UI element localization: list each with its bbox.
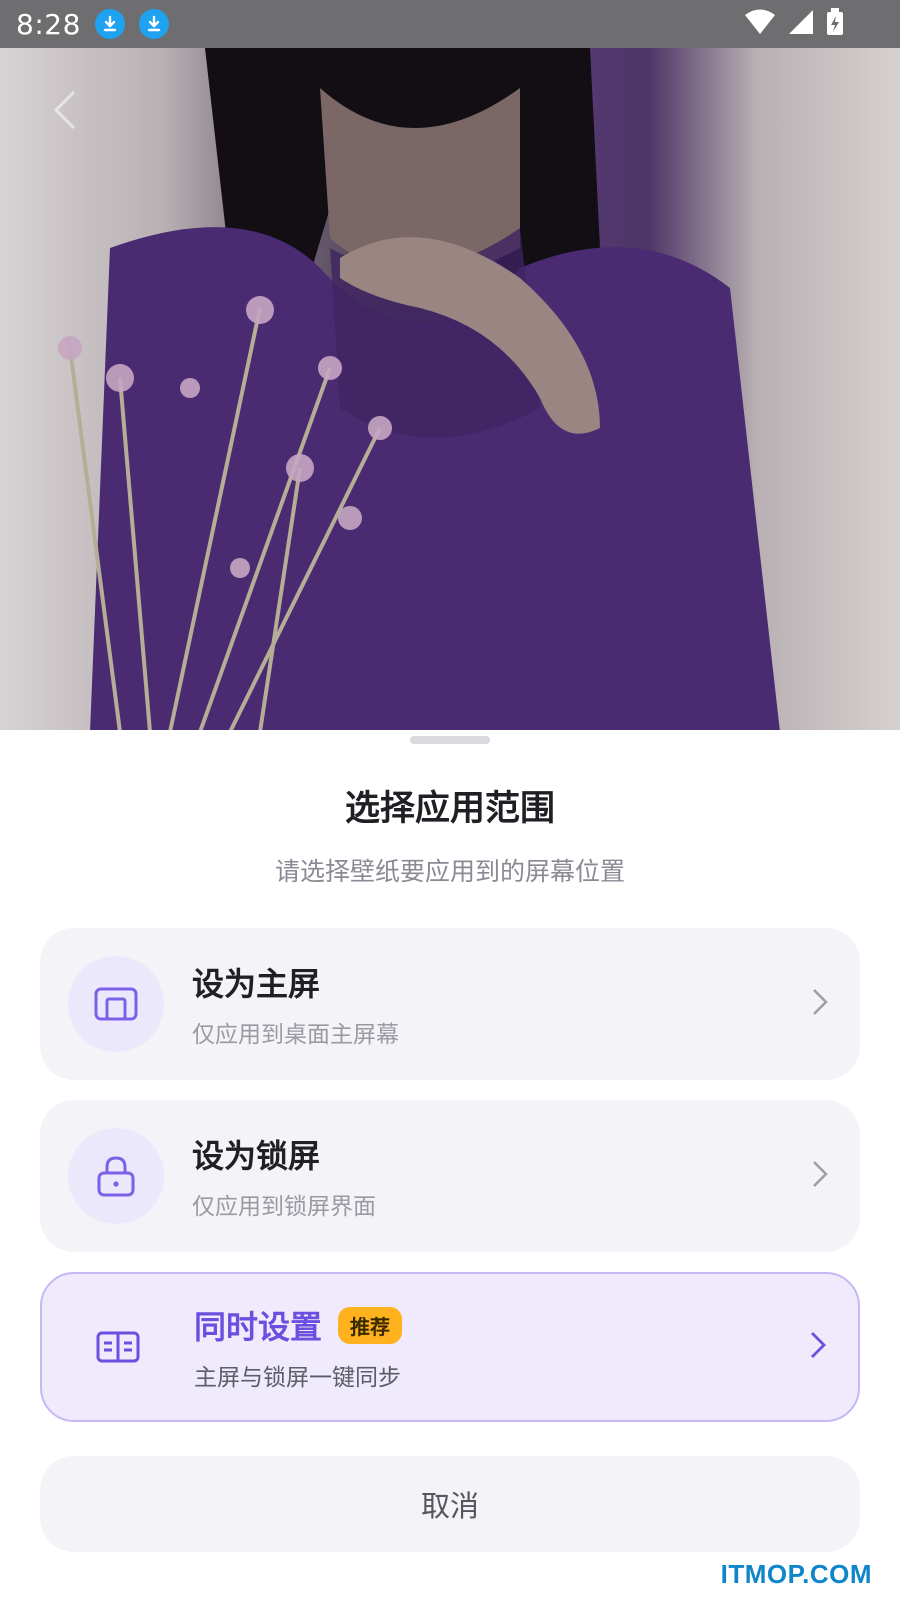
back-button[interactable]: [50, 88, 78, 136]
wallpaper-image: [58, 48, 780, 732]
set-home-screen-option[interactable]: 设为主屏 仅应用到桌面主屏幕: [40, 928, 860, 1080]
watermark: ITMOP.COM: [720, 1559, 872, 1589]
dual-screen-icon: [70, 1299, 166, 1395]
option-title: 设为锁屏: [192, 1137, 321, 1175]
status-time: 8:28: [16, 7, 81, 41]
recommended-badge: 推荐: [338, 1306, 403, 1344]
battery-charging-icon: [826, 8, 844, 40]
option-title-row: 同时设置 推荐: [194, 1302, 403, 1348]
wallpaper-preview: [0, 48, 900, 732]
chevron-right-icon: [808, 1330, 828, 1364]
option-title: 同时设置: [194, 1308, 323, 1346]
wifi-icon: [744, 9, 776, 39]
option-description: 仅应用到桌面主屏幕: [192, 1022, 399, 1048]
option-title: 设为主屏: [192, 965, 321, 1003]
set-both-screens-option[interactable]: 同时设置 推荐 主屏与锁屏一键同步: [40, 1272, 860, 1422]
cancel-button[interactable]: 取消: [40, 1456, 860, 1552]
sheet-subtitle: 请选择壁纸要应用到的屏幕位置: [274, 857, 625, 886]
home-screen-icon: [68, 956, 164, 1052]
signal-icon: [788, 9, 814, 39]
chevron-right-icon: [810, 1159, 830, 1193]
lock-icon: [68, 1128, 164, 1224]
set-lock-screen-option[interactable]: 设为锁屏 仅应用到锁屏界面: [40, 1100, 860, 1252]
download-icon: [138, 9, 169, 39]
apply-scope-sheet: 选择应用范围 请选择壁纸要应用到的屏幕位置 设为主屏 仅应用到桌面主屏幕 设为锁…: [0, 730, 900, 1600]
option-description: 主屏与锁屏一键同步: [194, 1365, 401, 1391]
option-description: 仅应用到锁屏界面: [192, 1194, 376, 1220]
download-icon: [94, 9, 125, 39]
chevron-right-icon: [810, 987, 830, 1021]
sheet-title: 选择应用范围: [344, 789, 555, 829]
sheet-drag-handle[interactable]: [410, 736, 490, 744]
status-bar: 8:28: [0, 0, 900, 48]
